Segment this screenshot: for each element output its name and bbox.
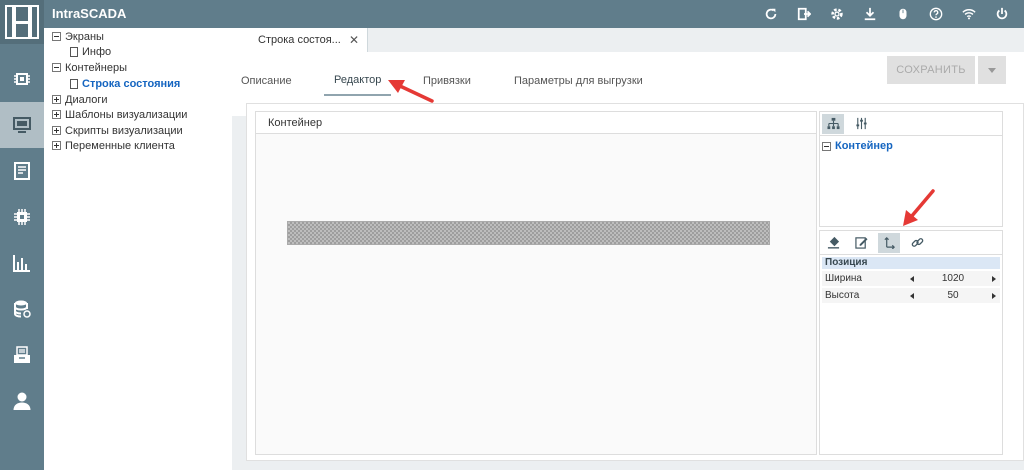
archive-icon (14, 346, 30, 363)
tab-export-params[interactable]: Параметры для выгрузки (514, 66, 643, 96)
move-icon (883, 237, 895, 249)
tree-item-containers[interactable]: Контейнеры (52, 60, 127, 75)
top-toolbar (754, 0, 1018, 28)
prop-label-height: Высота (825, 290, 860, 301)
position-button[interactable] (878, 232, 900, 253)
exit-icon[interactable] (787, 0, 820, 28)
user-icon (13, 392, 31, 410)
rail-item-database[interactable] (0, 286, 44, 332)
app-logo (0, 0, 44, 44)
left-rail (0, 44, 44, 470)
height-value[interactable]: 50 (928, 290, 978, 301)
close-icon[interactable]: ✕ (349, 33, 359, 47)
prop-label-width: Ширина (825, 273, 862, 284)
style-button[interactable] (822, 233, 844, 253)
rail-item-document[interactable] (0, 148, 44, 194)
properties-toolbar (820, 231, 1002, 255)
collapse-icon[interactable] (822, 141, 831, 151)
expand-icon[interactable] (52, 95, 61, 104)
binding-button[interactable] (906, 233, 928, 253)
width-stepper[interactable]: 1020 (906, 271, 1000, 286)
rail-item-chip[interactable] (0, 56, 44, 102)
download-icon[interactable] (853, 0, 886, 28)
width-value[interactable]: 1020 (928, 273, 978, 284)
explorer-tree: Экраны Инфо Контейнеры Строка состояния … (44, 28, 232, 470)
rail-item-monitor[interactable] (0, 102, 44, 148)
document-tab[interactable]: Строка состоя... ✕ (232, 28, 368, 52)
rail-item-processor[interactable] (0, 194, 44, 240)
editor-canvas[interactable]: Контейнер (255, 111, 817, 455)
wifi-icon[interactable] (952, 0, 985, 28)
rail-item-archive[interactable] (0, 332, 44, 378)
container-element[interactable] (287, 221, 770, 245)
main-area: Строка состоя... ✕ Описание Редактор При… (232, 28, 1024, 470)
structure-panel: Контейнер (819, 111, 1003, 227)
gear-icon[interactable] (820, 0, 853, 28)
document-icon (14, 162, 30, 180)
tree-item-templates[interactable]: Шаблоны визуализации (52, 107, 187, 122)
rail-item-charts[interactable] (0, 240, 44, 286)
bar-chart-icon (13, 255, 30, 272)
top-bar: IntraSCADA (0, 0, 1024, 28)
structure-item-container[interactable]: Контейнер (822, 140, 1002, 152)
collapse-icon[interactable] (52, 32, 61, 41)
help-icon[interactable] (919, 0, 952, 28)
tree-item-info[interactable]: Инфо (70, 44, 111, 59)
hierarchy-icon (826, 117, 840, 130)
chevron-down-icon (988, 67, 996, 73)
height-stepper[interactable]: 50 (906, 288, 1000, 303)
file-icon (70, 46, 78, 57)
settings-view-button[interactable] (850, 114, 872, 134)
sliders-icon (855, 117, 867, 130)
save-dropdown-button[interactable] (978, 56, 1006, 84)
expand-icon[interactable] (52, 126, 61, 135)
collapse-icon[interactable] (52, 63, 61, 72)
increment-icon[interactable] (992, 275, 996, 282)
section-position: Позиция (822, 257, 1000, 269)
tree-item-client-vars[interactable]: Переменные клиента (52, 138, 175, 153)
processor-icon (14, 209, 30, 225)
tab-editor[interactable]: Редактор (324, 66, 392, 96)
decrement-icon[interactable] (910, 275, 914, 282)
decrement-icon[interactable] (910, 292, 914, 299)
tree-item-dialogs[interactable]: Диалоги (52, 92, 108, 107)
edit-button[interactable] (850, 233, 872, 253)
tab-description[interactable]: Описание (241, 66, 292, 96)
mouse-icon[interactable] (886, 0, 919, 28)
tree-item-status-bar[interactable]: Строка состояния (70, 76, 180, 91)
rail-item-user[interactable] (0, 378, 44, 424)
link-icon (911, 238, 923, 247)
tab-bindings[interactable]: Привязки (423, 66, 471, 96)
database-icon (14, 300, 31, 318)
edit-icon (854, 237, 868, 249)
prop-row-height: Высота 50 (822, 288, 1000, 303)
save-button[interactable]: СОХРАНИТЬ (887, 56, 975, 84)
expand-icon[interactable] (52, 141, 61, 150)
refresh-icon[interactable] (754, 0, 787, 28)
expand-icon[interactable] (52, 110, 61, 119)
chip-icon (14, 73, 30, 85)
properties-panel: Позиция Ширина 1020 Высота 50 (819, 230, 1003, 455)
power-icon[interactable] (985, 0, 1018, 28)
eraser-icon (827, 236, 839, 249)
tree-view-button[interactable] (822, 113, 844, 134)
monitor-icon (13, 117, 31, 133)
file-icon (70, 78, 78, 89)
prop-row-width: Ширина 1020 (822, 271, 1000, 286)
app-title: IntraSCADA (52, 6, 127, 21)
editor-header: Контейнер (256, 112, 816, 134)
content-panel: Контейнер Контейнер Позиция Ширина 1020 … (246, 103, 1024, 461)
tree-item-screens[interactable]: Экраны (52, 29, 104, 44)
structure-toolbar (820, 112, 1002, 136)
increment-icon[interactable] (992, 292, 996, 299)
tree-item-scripts[interactable]: Скрипты визуализации (52, 123, 183, 138)
